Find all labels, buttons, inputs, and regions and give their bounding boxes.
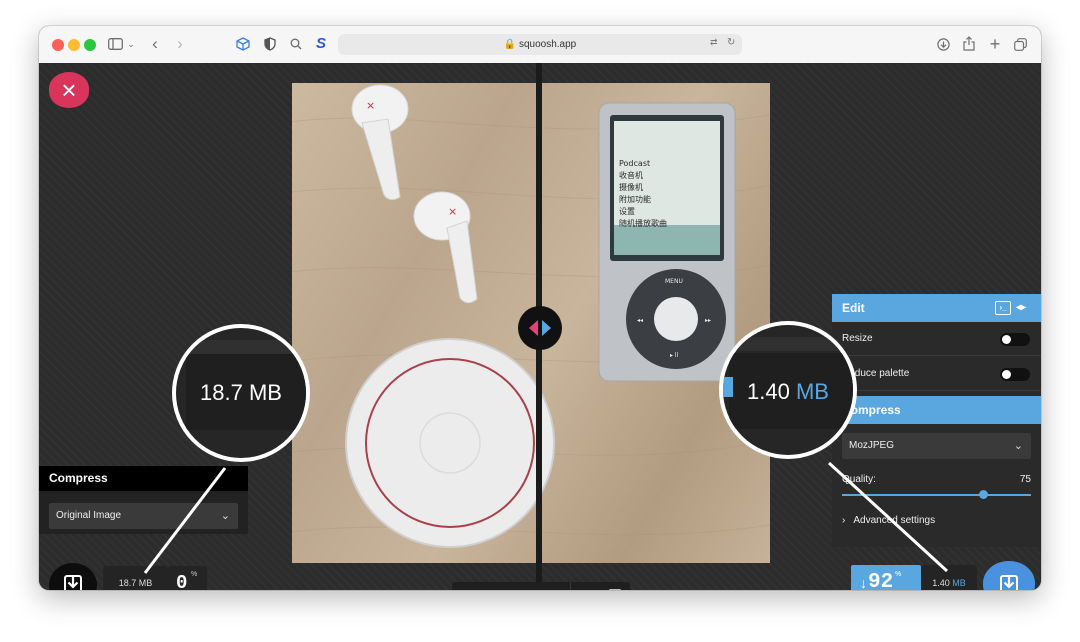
reload-icon[interactable]: ↻ (727, 37, 735, 48)
cube-extension-icon[interactable] (234, 34, 252, 54)
url-text: squoosh.app (518, 39, 577, 50)
callout-lines (143, 461, 949, 574)
squoosh-canvas: × × Podcast 收音机 摄像机 附加功能 设置 随机播放歌曲 MENU … (39, 63, 1041, 590)
right-size-magnifier: 1.40 MB (719, 321, 857, 459)
left-size-magnifier: 18.7 MB (172, 324, 310, 462)
back-button[interactable]: ‹ (147, 34, 163, 54)
download-icon[interactable] (935, 34, 951, 54)
left-magnified-size: 18.7 MB (200, 380, 282, 405)
browser-toolbar: ⌄ ‹ › S 🔒 squoosh.app ⇄ ↻ + (39, 26, 1041, 64)
forward-button[interactable]: › (172, 34, 188, 54)
chevron-down-icon[interactable]: ⌄ (126, 34, 136, 54)
tabs-overview-icon[interactable] (1012, 34, 1028, 54)
right-magnified-unit: MB (795, 379, 829, 404)
sidebar-toggle-icon[interactable] (106, 34, 124, 54)
browser-window: ⌄ ‹ › S 🔒 squoosh.app ⇄ ↻ + × × Podcast … (39, 26, 1041, 590)
search-icon[interactable] (287, 34, 305, 54)
translate-icon[interactable]: ⇄ (710, 37, 718, 48)
new-tab-button[interactable]: + (987, 34, 1003, 54)
address-bar[interactable]: 🔒 squoosh.app ⇄ ↻ (338, 34, 742, 55)
squoosh-extension-icon[interactable]: S (312, 34, 330, 54)
zoom-window-button[interactable] (84, 39, 96, 51)
lock-icon: 🔒 (503, 39, 517, 50)
share-icon[interactable] (961, 34, 977, 54)
minimize-window-button[interactable] (68, 39, 80, 51)
shield-icon[interactable] (261, 34, 279, 54)
close-window-button[interactable] (52, 39, 64, 51)
right-magnified-number: 1.40 (747, 379, 790, 404)
